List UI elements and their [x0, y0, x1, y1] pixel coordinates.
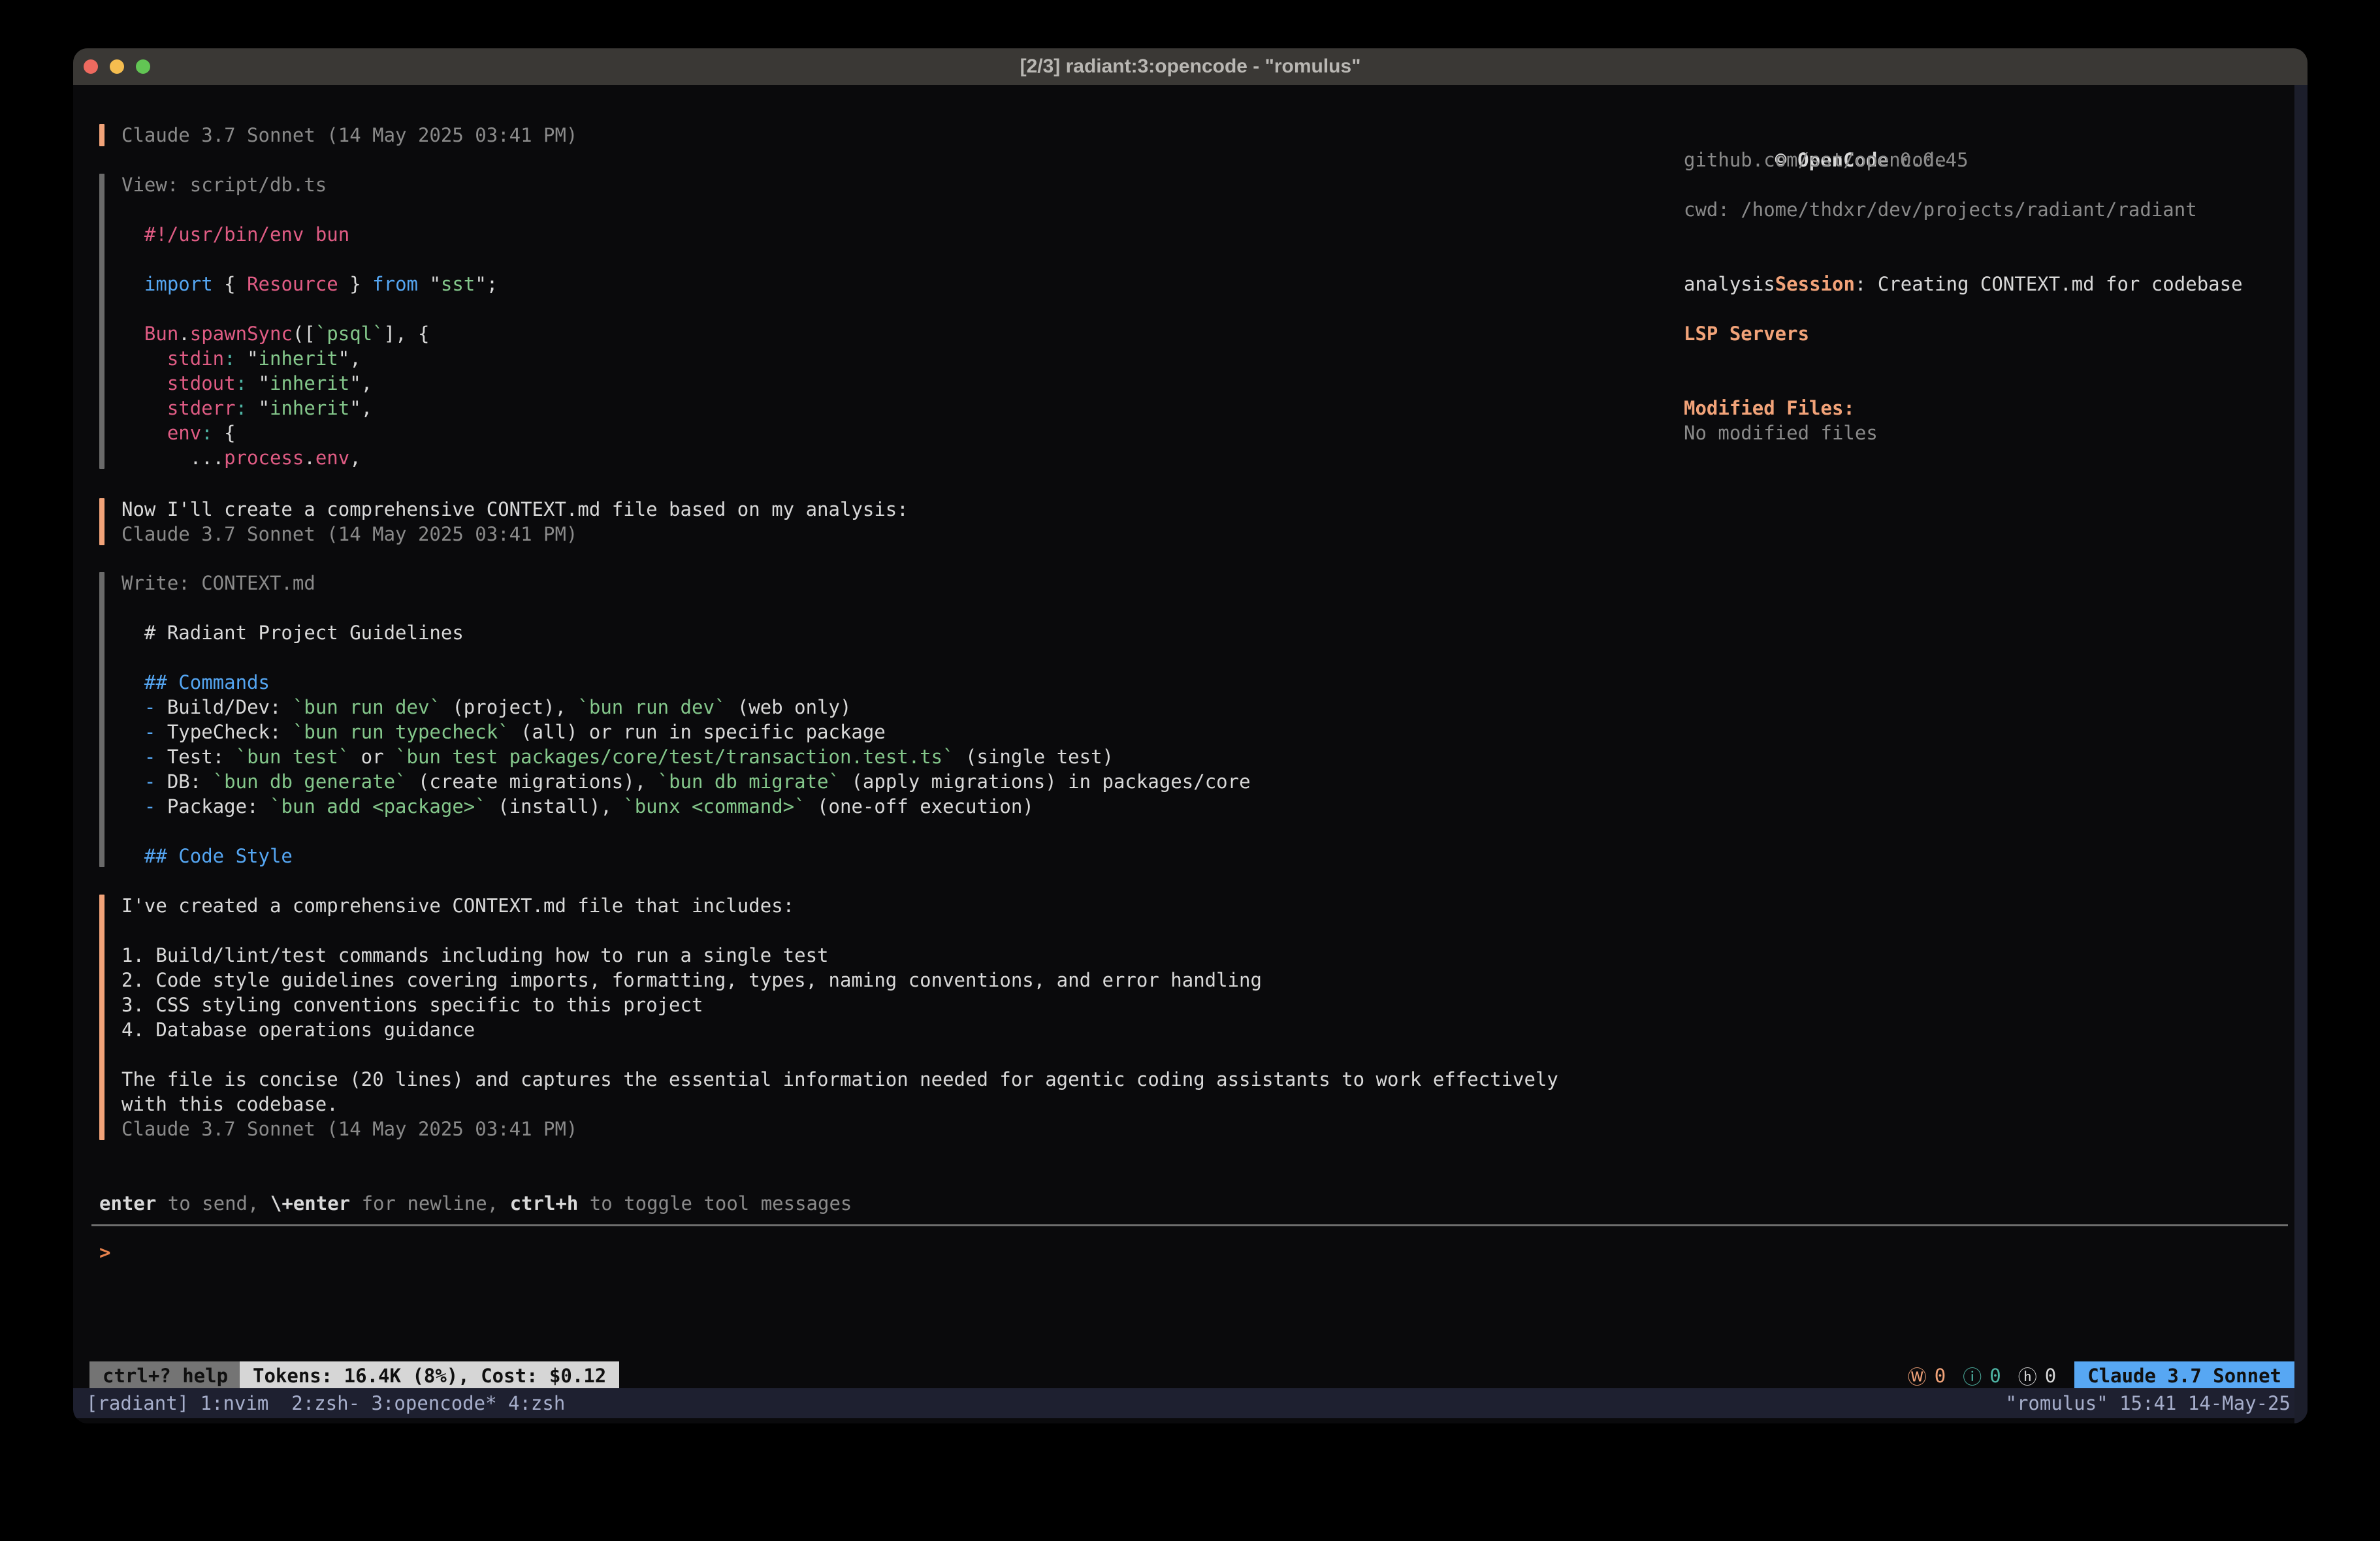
message-accent-bar — [99, 498, 105, 545]
terminal-line: 1. Build/lint/test commands including ho… — [121, 943, 1558, 968]
terminal-line: ## Commands — [121, 670, 1251, 695]
close-button-icon[interactable] — [84, 59, 98, 74]
hint-count-value: 0 — [2045, 1365, 2056, 1387]
terminal-line: #!/usr/bin/env bun — [121, 222, 498, 247]
terminal-line — [121, 1042, 1558, 1067]
terminal-line — [121, 918, 1558, 943]
tokens-cost-chip: Tokens: 16.4K (8%), Cost: $0.12 — [240, 1361, 619, 1390]
terminal-line: - DB: `bun db generate` (create migratio… — [121, 769, 1251, 794]
terminal-line — [121, 596, 1251, 620]
terminal-line — [121, 197, 498, 222]
terminal-line: Now I'll create a comprehensive CONTEXT.… — [121, 497, 909, 522]
terminal-line: Claude 3.7 Sonnet (14 May 2025 03:41 PM) — [121, 1117, 1558, 1141]
terminal-line: stdin: "inherit", — [121, 346, 498, 371]
status-bar: ctrl+? help Tokens: 16.4K (8%), Cost: $0… — [73, 1361, 2308, 1390]
terminal-line: 3. CSS styling conventions specific to t… — [121, 993, 1558, 1017]
terminal-line: Claude 3.7 Sonnet (14 May 2025 03:41 PM) — [121, 123, 577, 148]
window-title: [2/3] radiant:3:opencode - "romulus" — [73, 48, 2308, 85]
terminal-line: 4. Database operations guidance — [121, 1017, 1558, 1042]
terminal-line: Write: CONTEXT.md — [121, 571, 1251, 596]
session-label: Session — [1775, 273, 1855, 295]
prompt-input[interactable]: > — [99, 1240, 110, 1265]
hint-count: ⓗ0 — [2018, 1362, 2056, 1390]
terminal-line: The file is concise (20 lines) and captu… — [121, 1067, 1558, 1092]
terminal-line: stderr: "inherit", — [121, 396, 498, 421]
warning-count-icon: Ⓦ — [1908, 1362, 1927, 1390]
message-accent-bar — [99, 572, 105, 867]
chat-block: Claude 3.7 Sonnet (14 May 2025 03:41 PM) — [99, 123, 577, 148]
app-logo-line: ©OpenCode0.0.45 — [1684, 123, 2243, 148]
message-accent-bar — [99, 174, 105, 469]
tmux-session-clock: "romulus" 15:41 14-May-25 — [2006, 1388, 2291, 1418]
input-divider — [91, 1224, 2288, 1226]
terminal-line: View: script/db.ts — [121, 172, 498, 197]
chat-block: View: script/db.ts #!/usr/bin/env bun im… — [99, 172, 498, 470]
modified-files-label: Modified Files: — [1684, 396, 2243, 421]
warning-count: Ⓦ0 — [1908, 1362, 1946, 1390]
chat-block: Write: CONTEXT.md # Radiant Project Guid… — [99, 571, 1251, 868]
terminal-line: I've created a comprehensive CONTEXT.md … — [121, 893, 1558, 918]
terminal-line: ...process.env, — [121, 445, 498, 470]
terminal-line — [121, 645, 1251, 670]
terminal-line — [121, 296, 498, 321]
tmux-status-bar: [radiant] 1:nvim 2:zsh- 3:opencode* 4:zs… — [73, 1388, 2308, 1418]
message-accent-bar — [99, 124, 105, 146]
terminal-line: - Build/Dev: `bun run dev` (project), `b… — [121, 695, 1251, 720]
diagnostics: Ⓦ0ⓘ0ⓗ0 — [1891, 1362, 2056, 1390]
hint-count-icon: ⓗ — [2018, 1362, 2037, 1390]
message-accent-bar — [99, 895, 105, 1140]
tmux-windows[interactable]: [radiant] 1:nvim 2:zsh- 3:opencode* 4:zs… — [86, 1388, 565, 1418]
lsp-servers-label: LSP Servers — [1684, 321, 2243, 346]
terminal-line: Claude 3.7 Sonnet (14 May 2025 03:41 PM) — [121, 522, 909, 547]
model-chip[interactable]: Claude 3.7 Sonnet — [2074, 1361, 2294, 1390]
terminal-line: # Radiant Project Guidelines — [121, 620, 1251, 645]
keybind-help: enter to send, \+enter for newline, ctrl… — [99, 1191, 852, 1216]
window-titlebar: [2/3] radiant:3:opencode - "romulus" — [73, 48, 2308, 85]
modified-files-empty: No modified files — [1684, 421, 2243, 445]
session-line: Session: Creating CONTEXT.md for codebas… — [1684, 247, 2243, 272]
info-count-value: 0 — [1989, 1365, 2001, 1387]
warning-count-value: 0 — [1935, 1365, 1946, 1387]
chat-block: I've created a comprehensive CONTEXT.md … — [99, 893, 1558, 1141]
terminal-window: [2/3] radiant:3:opencode - "romulus" Cla… — [73, 48, 2308, 1423]
terminal-line: - Test: `bun test` or `bun test packages… — [121, 744, 1251, 769]
minimize-button-icon[interactable] — [110, 59, 124, 74]
session-title: : Creating CONTEXT.md for codebase — [1855, 273, 2243, 295]
terminal-line — [121, 819, 1251, 844]
sidebar: ©OpenCode0.0.45 github.com/sst/opencode … — [1684, 123, 2243, 445]
traffic-lights — [84, 48, 150, 85]
cwd-line: cwd: /home/thdxr/dev/projects/radiant/ra… — [1684, 197, 2243, 222]
zoom-button-icon[interactable] — [136, 59, 150, 74]
terminal-line: stdout: "inherit", — [121, 371, 498, 396]
terminal-line: - TypeCheck: `bun run typecheck` (all) o… — [121, 720, 1251, 744]
terminal-line: Bun.spawnSync([`psql`], { — [121, 321, 498, 346]
terminal-line — [121, 247, 498, 272]
help-shortcut-chip: ctrl+? help — [89, 1361, 241, 1390]
scrollbar-track[interactable] — [2294, 85, 2308, 1423]
terminal-line: import { Resource } from "sst"; — [121, 272, 498, 296]
info-count-icon: ⓘ — [1963, 1362, 1982, 1390]
info-count: ⓘ0 — [1963, 1362, 2001, 1390]
terminal-line: 2. Code style guidelines covering import… — [121, 968, 1558, 993]
terminal-line: with this codebase. — [121, 1092, 1558, 1117]
terminal-line: env: { — [121, 421, 498, 445]
chat-block: Now I'll create a comprehensive CONTEXT.… — [99, 497, 909, 547]
terminal-line: ## Code Style — [121, 844, 1251, 868]
terminal-content: Claude 3.7 Sonnet (14 May 2025 03:41 PM)… — [73, 48, 2308, 1423]
terminal-line: - Package: `bun add <package>` (install)… — [121, 794, 1251, 819]
